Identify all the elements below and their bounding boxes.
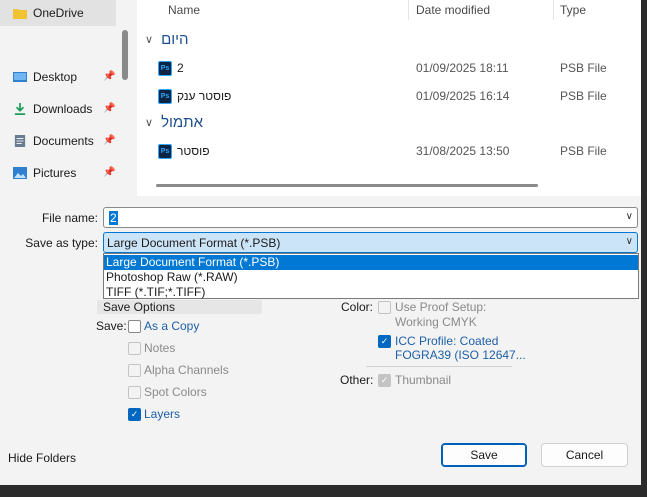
chevron-down-icon: ∨ xyxy=(145,117,154,129)
folder-icon xyxy=(13,9,27,19)
layers-checkbox[interactable]: ✓ xyxy=(128,408,141,421)
savetype-select[interactable]: Large Document Format (*.PSB) ∨ xyxy=(103,232,638,253)
taskbar-strip xyxy=(0,485,647,497)
photoshop-file-icon: Ps xyxy=(158,61,172,76)
filename-input[interactable]: 2 ∨ xyxy=(103,207,638,228)
pictures-icon xyxy=(13,167,27,179)
divider xyxy=(366,366,512,367)
icc-profile-label[interactable]: ICC Profile: Coated xyxy=(395,334,498,348)
savetype-dropdown-list: Large Document Format (*.PSB) Photoshop … xyxy=(103,253,639,299)
file-date: 01/09/2025 16:14 xyxy=(416,89,510,103)
cancel-button[interactable]: Cancel xyxy=(541,443,628,467)
color-label: Color: xyxy=(341,300,374,314)
photoshop-file-icon: Ps xyxy=(158,144,172,159)
nav-item-documents[interactable]: Documents 📌 xyxy=(0,126,120,156)
file-type: PSB File xyxy=(560,89,607,103)
save-options-title: Save Options xyxy=(103,300,176,314)
thumbnail-label: Thumbnail xyxy=(395,373,452,387)
alpha-channels-checkbox[interactable] xyxy=(128,364,141,377)
savetype-label: Save as type: xyxy=(25,236,98,250)
savetype-value: Large Document Format (*.PSB) xyxy=(107,236,281,250)
column-divider[interactable] xyxy=(408,0,409,20)
group-header[interactable]: ∨ אתמול xyxy=(145,114,203,131)
alpha-channels-label: Alpha Channels xyxy=(144,363,229,377)
file-date: 01/09/2025 18:11 xyxy=(416,61,509,75)
icc-profile-checkbox[interactable]: ✓ xyxy=(378,335,391,348)
hide-folders-button[interactable]: Hide Folders xyxy=(8,451,76,465)
pin-icon: 📌 xyxy=(103,103,116,114)
column-header-name[interactable]: Name xyxy=(168,3,200,17)
dropdown-option[interactable]: Large Document Format (*.PSB) xyxy=(104,255,638,270)
file-row[interactable]: Ps פוסטר ענק 01/09/2025 16:14 PSB File xyxy=(137,85,647,109)
desktop-icon xyxy=(13,72,27,82)
column-divider[interactable] xyxy=(553,0,554,20)
nav-scrollbar[interactable] xyxy=(122,30,128,80)
file-name: פוסטר xyxy=(177,144,210,158)
column-header-date[interactable]: Date modified xyxy=(416,3,490,17)
column-header-type[interactable]: Type xyxy=(560,3,586,17)
file-row[interactable]: Ps 2 01/09/2025 18:11 PSB File xyxy=(137,57,647,81)
file-name: 2 xyxy=(177,61,184,75)
nav-item-downloads[interactable]: Downloads 📌 xyxy=(0,94,120,124)
pin-icon: 📌 xyxy=(103,71,116,82)
window-edge xyxy=(641,0,647,485)
chevron-down-icon: ∨ xyxy=(145,34,154,46)
proof-setup-profile: Working CMYK xyxy=(395,315,477,329)
download-icon xyxy=(14,103,26,115)
nav-item-label: Desktop xyxy=(33,70,78,84)
filename-label: File name: xyxy=(41,211,98,225)
notes-label: Notes xyxy=(144,341,176,355)
filename-value: 2 xyxy=(109,211,118,225)
as-copy-label[interactable]: As a Copy xyxy=(144,319,199,333)
file-list: Name Date modified Type ∨ היום Ps 2 01/0… xyxy=(137,0,647,196)
horizontal-scrollbar[interactable] xyxy=(156,184,538,187)
nav-item-label: Documents xyxy=(33,134,94,148)
file-row[interactable]: Ps פוסטר 31/08/2025 13:50 PSB File xyxy=(137,140,647,164)
save-button[interactable]: Save xyxy=(441,443,527,467)
nav-item-pictures[interactable]: Pictures 📌 xyxy=(0,158,120,188)
icc-profile-name: FOGRA39 (ISO 12647... xyxy=(395,348,526,362)
nav-item-label: OneDrive xyxy=(33,6,84,20)
pin-icon: 📌 xyxy=(103,135,116,146)
photoshop-file-icon: Ps xyxy=(158,89,172,104)
file-type: PSB File xyxy=(560,61,607,75)
file-name: פוסטר ענק xyxy=(177,89,232,103)
nav-item-label: Downloads xyxy=(33,102,93,116)
layers-label[interactable]: Layers xyxy=(144,407,180,421)
file-type: PSB File xyxy=(560,144,607,158)
dropdown-option[interactable]: Photoshop Raw (*.RAW) xyxy=(104,270,638,285)
dropdown-option[interactable]: TIFF (*.TIF;*.TIFF) xyxy=(104,285,638,300)
file-date: 31/08/2025 13:50 xyxy=(416,144,510,158)
as-copy-checkbox[interactable] xyxy=(128,320,141,333)
save-label: Save: xyxy=(96,319,127,333)
documents-icon xyxy=(14,135,26,147)
thumbnail-checkbox[interactable]: ✓ xyxy=(378,374,391,387)
spot-colors-label: Spot Colors xyxy=(144,385,207,399)
chevron-down-icon[interactable]: ∨ xyxy=(626,236,633,247)
chevron-down-icon[interactable]: ∨ xyxy=(626,211,633,222)
group-label: היום xyxy=(161,31,189,48)
pin-icon: 📌 xyxy=(103,167,116,178)
nav-item-onedrive[interactable]: OneDrive xyxy=(0,0,116,26)
notes-checkbox[interactable] xyxy=(128,342,141,355)
navigation-pane: OneDrive Desktop 📌 Downloads 📌 Documents… xyxy=(0,0,137,196)
nav-item-label: Pictures xyxy=(33,166,77,180)
other-label: Other: xyxy=(340,373,374,387)
nav-item-desktop[interactable]: Desktop 📌 xyxy=(0,62,120,92)
proof-setup-checkbox[interactable] xyxy=(378,301,391,314)
proof-setup-label: Use Proof Setup: xyxy=(395,300,487,314)
group-header[interactable]: ∨ היום xyxy=(145,31,189,48)
spot-colors-checkbox[interactable] xyxy=(128,386,141,399)
group-label: אתמול xyxy=(161,114,203,131)
